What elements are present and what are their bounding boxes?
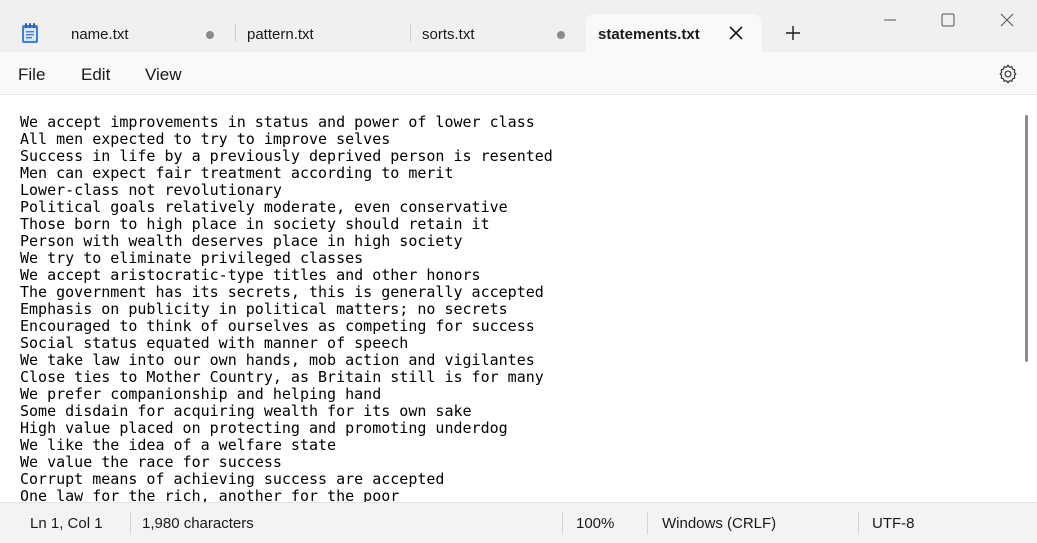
- text-line: Lower-class not revolutionary: [20, 181, 282, 199]
- text-editor[interactable]: We accept improvements in status and pow…: [0, 95, 1037, 502]
- text-line: We accept improvements in status and pow…: [20, 114, 535, 131]
- minimize-icon[interactable]: [880, 10, 900, 30]
- line-ending[interactable]: Windows (CRLF): [662, 515, 776, 532]
- text-line: High value placed on protecting and prom…: [20, 419, 508, 437]
- tab-label: sorts.txt: [422, 26, 475, 43]
- text-line: We take law into our own hands, mob acti…: [20, 351, 535, 369]
- character-count: 1,980 characters: [142, 515, 254, 532]
- text-line: Encouraged to think of ourselves as comp…: [20, 317, 535, 335]
- close-window-icon[interactable]: [997, 10, 1017, 30]
- text-line: Emphasis on publicity in political matte…: [20, 300, 508, 318]
- document-text[interactable]: We accept improvements in status and pow…: [20, 114, 1010, 502]
- status-separator: [130, 512, 131, 534]
- tab-label: name.txt: [71, 26, 129, 43]
- text-line: Success in life by a previously deprived…: [20, 147, 553, 165]
- tab-pattern-txt[interactable]: pattern.txt: [236, 14, 410, 52]
- status-separator: [858, 512, 859, 534]
- unsaved-dot-icon: [206, 31, 214, 39]
- scroll-thumb[interactable]: [1025, 115, 1028, 362]
- title-bar: name.txt pattern.txt sorts.txt statement…: [0, 0, 1037, 52]
- text-line: Men can expect fair treatment according …: [20, 164, 454, 182]
- status-separator: [647, 512, 648, 534]
- notepad-icon: [22, 23, 38, 43]
- text-line: Some disdain for acquiring wealth for it…: [20, 402, 472, 420]
- text-line: Social status equated with manner of spe…: [20, 334, 409, 352]
- plus-icon[interactable]: [784, 24, 802, 42]
- text-line: Political goals relatively moderate, eve…: [20, 198, 508, 216]
- zoom-level[interactable]: 100%: [576, 515, 614, 532]
- text-line: Corrupt means of achieving success are a…: [20, 470, 445, 488]
- text-line: Those born to high place in society shou…: [20, 215, 490, 233]
- status-separator: [562, 512, 563, 534]
- text-line: We prefer companionship and helping hand: [20, 385, 382, 403]
- status-bar: Ln 1, Col 1 1,980 characters 100% Window…: [0, 502, 1037, 543]
- tab-name-txt[interactable]: name.txt: [60, 14, 226, 52]
- unsaved-dot-icon: [557, 31, 565, 39]
- notepad-window: name.txt pattern.txt sorts.txt statement…: [0, 0, 1037, 543]
- text-line: We like the idea of a welfare state: [20, 436, 337, 454]
- menu-bar: File Edit View: [0, 52, 1037, 95]
- maximize-icon[interactable]: [938, 10, 958, 30]
- text-line: Person with wealth deserves place in hig…: [20, 232, 463, 250]
- gear-icon[interactable]: [997, 63, 1019, 85]
- tab-label: statements.txt: [598, 26, 700, 43]
- tab-statements-txt[interactable]: statements.txt: [586, 14, 762, 52]
- text-line: One law for the rich, another for the po…: [20, 487, 400, 503]
- tab-label: pattern.txt: [247, 26, 314, 43]
- cursor-position[interactable]: Ln 1, Col 1: [30, 515, 103, 532]
- close-icon[interactable]: [728, 25, 744, 41]
- text-line: We accept aristocratic-type titles and o…: [20, 266, 481, 284]
- menu-view[interactable]: View: [145, 65, 182, 85]
- text-line: All men expected to try to improve selve…: [20, 130, 391, 148]
- menu-edit[interactable]: Edit: [81, 65, 110, 85]
- text-line: The government has its secrets, this is …: [20, 283, 544, 301]
- tab-sorts-txt[interactable]: sorts.txt: [411, 14, 585, 52]
- vertical-scrollbar[interactable]: [1023, 110, 1029, 502]
- text-line: We try to eliminate privileged classes: [20, 249, 364, 267]
- text-line: We value the race for success: [20, 453, 282, 471]
- text-line: Close ties to Mother Country, as Britain…: [20, 368, 544, 386]
- encoding[interactable]: UTF-8: [872, 515, 915, 532]
- menu-file[interactable]: File: [18, 65, 45, 85]
